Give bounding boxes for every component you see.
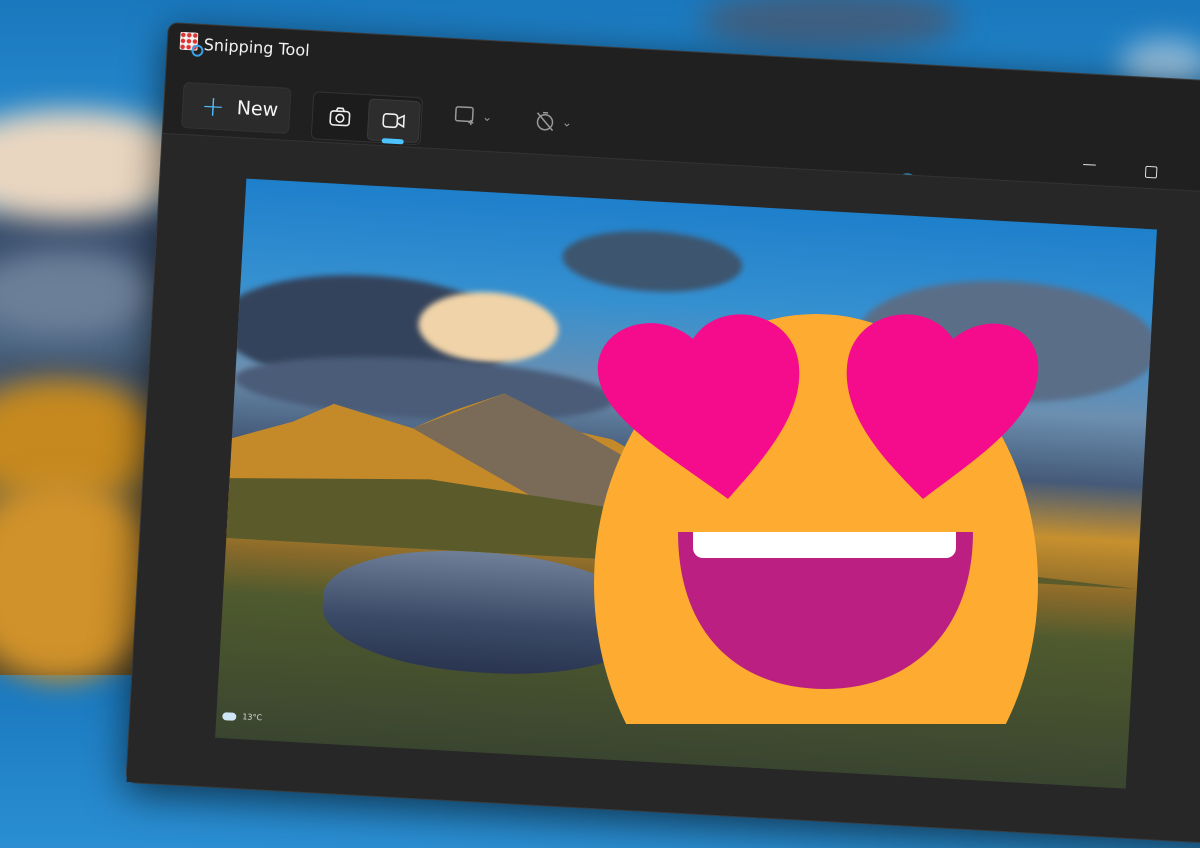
camera-icon — [329, 107, 351, 127]
new-snip-button[interactable]: + New — [181, 81, 292, 134]
heart-eyes-emoji — [594, 314, 1039, 724]
delay-timer-dropdown[interactable]: ⌄ — [533, 110, 572, 134]
weather-widget: 13°C — [222, 711, 262, 722]
chevron-down-icon: ⌄ — [561, 115, 573, 130]
snipping-tool-app-icon — [179, 31, 199, 51]
video-camera-icon — [382, 113, 406, 129]
wallpaper-cloud — [700, 0, 960, 50]
plus-icon: + — [200, 89, 226, 124]
no-timer-icon — [536, 111, 554, 132]
selected-mode-indicator — [381, 138, 404, 145]
rectangle-snip-icon — [454, 106, 474, 126]
photo-cloud — [560, 226, 744, 297]
window-title: Snipping Tool — [203, 35, 311, 60]
emoji-teeth — [693, 532, 956, 558]
new-label: New — [236, 96, 279, 122]
chevron-down-icon: ⌄ — [481, 109, 493, 125]
snip-shape-dropdown[interactable]: ⌄ — [454, 105, 493, 127]
cloud-icon — [222, 711, 237, 721]
capture-mode-toggle — [310, 91, 424, 146]
weather-temperature: 13°C — [242, 712, 263, 723]
record-mode-button[interactable] — [366, 98, 421, 145]
screenshot-mode-button[interactable] — [314, 95, 366, 138]
